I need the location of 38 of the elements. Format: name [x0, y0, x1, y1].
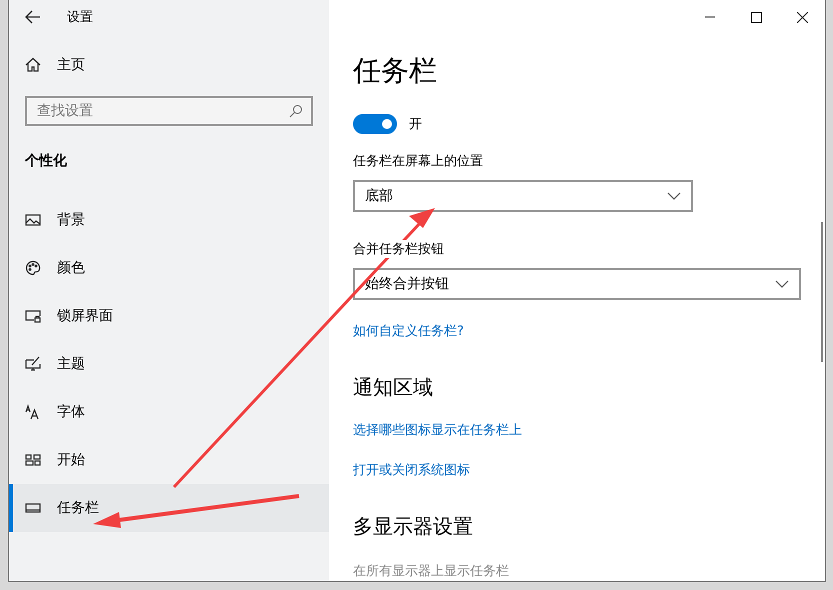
window-title: 设置 [67, 9, 93, 26]
settings-link[interactable]: 选择哪些图标显示在任务栏上 [353, 421, 522, 439]
home-link[interactable]: 主页 [57, 56, 85, 74]
image-icon [25, 212, 41, 228]
setting-label: 在所有显示器上显示任务栏 [353, 563, 510, 580]
toggle-label: 开 [409, 116, 422, 133]
lock-screen-icon [25, 308, 41, 324]
start-tiles-icon [25, 452, 41, 468]
nav-item[interactable]: 字体 [9, 388, 329, 436]
page-title: 任务栏 [353, 53, 438, 89]
nav-item[interactable]: 主题 [9, 340, 329, 388]
maximize-icon [750, 12, 762, 22]
scrollbar[interactable] [821, 222, 823, 362]
home-icon [25, 57, 41, 73]
settings-link[interactable]: 打开或关闭系统图标 [353, 461, 470, 479]
section-heading: 多显示器设置 [353, 513, 474, 540]
toggle-switch[interactable] [353, 114, 397, 134]
palette-icon [25, 260, 41, 276]
nav-item[interactable]: 开始 [9, 436, 329, 484]
field-label: 合并任务栏按钮 [353, 240, 444, 258]
back-arrow-icon[interactable] [25, 10, 41, 24]
minimize-icon [705, 16, 715, 18]
field-label: 任务栏在屏幕上的位置 [353, 152, 483, 170]
close-icon [796, 12, 808, 22]
font-icon [25, 404, 41, 420]
search-field[interactable]: 查找设置 [25, 96, 313, 126]
nav-item[interactable]: 锁屏界面 [9, 292, 329, 340]
nav-item[interactable]: 任务栏 [9, 484, 329, 532]
dropdown[interactable]: 底部 [353, 180, 693, 212]
brush-monitor-icon [25, 356, 41, 372]
section-heading: 个性化 [24, 152, 68, 170]
nav-item[interactable]: 颜色 [9, 244, 329, 292]
nav-item[interactable]: 背景 [9, 196, 329, 244]
help-link[interactable]: 如何自定义任务栏? [353, 322, 464, 340]
chevron-down-icon [775, 280, 789, 288]
search-icon [289, 104, 303, 118]
section-heading: 通知区域 [353, 374, 434, 401]
chevron-down-icon [667, 192, 681, 200]
